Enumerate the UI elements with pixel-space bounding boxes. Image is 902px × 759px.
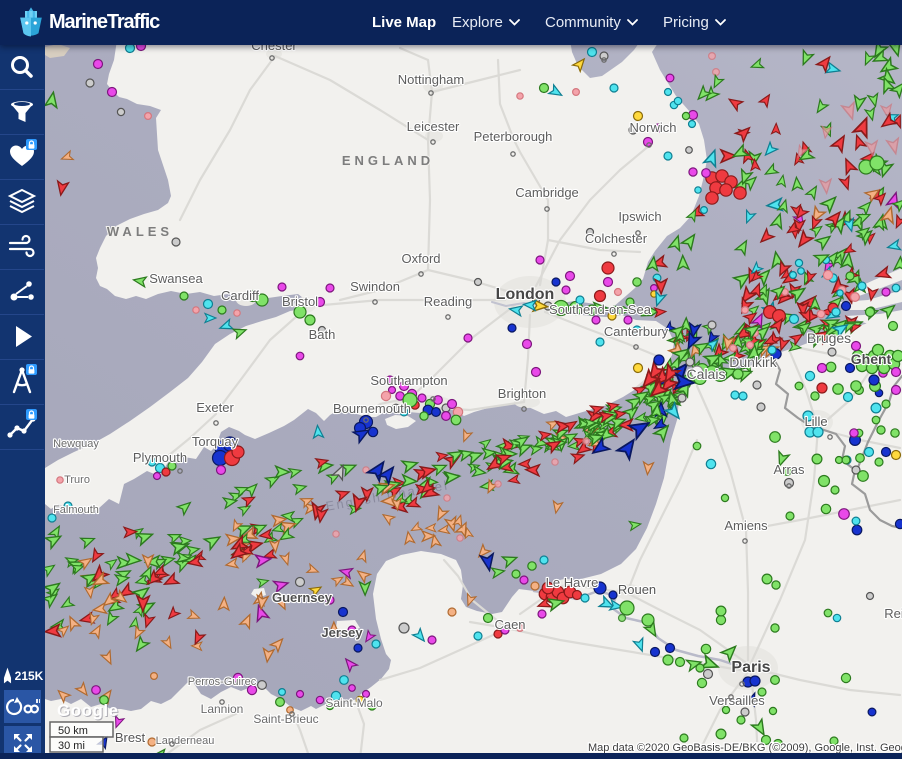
svg-text:ENGLAND: ENGLAND xyxy=(342,153,434,168)
svg-text:Southampton: Southampton xyxy=(370,373,447,388)
svg-text:Bath: Bath xyxy=(309,327,336,342)
svg-text:Amiens: Amiens xyxy=(724,518,768,533)
svg-text:Brighton: Brighton xyxy=(498,386,546,401)
svg-text:Bournemouth: Bournemouth xyxy=(333,401,411,416)
svg-text:Rouen: Rouen xyxy=(618,582,656,597)
svg-text:Plymouth: Plymouth xyxy=(133,450,187,465)
svg-text:Google: Google xyxy=(57,701,119,720)
svg-text:London: London xyxy=(496,286,555,303)
svg-text:Exeter: Exeter xyxy=(196,400,234,415)
svg-text:Cambridge: Cambridge xyxy=(515,185,579,200)
svg-text:Versailles: Versailles xyxy=(709,693,765,708)
svg-text:Peterborough: Peterborough xyxy=(474,129,553,144)
svg-text:Landerneau: Landerneau xyxy=(156,735,215,747)
svg-text:Norwich: Norwich xyxy=(630,120,677,135)
svg-text:Swindon: Swindon xyxy=(350,279,400,294)
svg-text:Ghent: Ghent xyxy=(851,351,892,367)
svg-text:Bristol: Bristol xyxy=(282,294,318,309)
svg-text:Ipswich: Ipswich xyxy=(618,209,661,224)
svg-text:Bruges: Bruges xyxy=(807,330,851,346)
svg-text:Caen: Caen xyxy=(494,617,525,632)
svg-text:Leicester: Leicester xyxy=(407,119,460,134)
svg-text:50 km: 50 km xyxy=(58,725,88,737)
svg-text:Calais: Calais xyxy=(687,366,726,382)
svg-text:Arras: Arras xyxy=(773,462,805,477)
svg-text:Newquay: Newquay xyxy=(53,438,99,450)
svg-text:Perros-Guirec: Perros-Guirec xyxy=(188,676,257,688)
svg-text:Southend-on-Sea: Southend-on-Sea xyxy=(549,302,652,317)
svg-text:Reading: Reading xyxy=(424,294,472,309)
svg-text:Jersey: Jersey xyxy=(321,625,363,640)
svg-text:Brest: Brest xyxy=(115,730,146,745)
svg-text:Rei: Rei xyxy=(884,606,902,621)
svg-text:30 mi: 30 mi xyxy=(58,740,85,752)
svg-text:Nottingham: Nottingham xyxy=(398,72,464,87)
svg-text:WALES: WALES xyxy=(107,224,173,239)
svg-text:Dunkirk: Dunkirk xyxy=(729,354,777,370)
svg-text:Falmouth: Falmouth xyxy=(53,504,99,516)
svg-text:Le Havre: Le Havre xyxy=(546,575,599,590)
svg-text:Torquay: Torquay xyxy=(192,434,239,449)
svg-text:Saint-Malo: Saint-Malo xyxy=(325,696,383,710)
svg-text:Chester: Chester xyxy=(251,45,297,53)
svg-text:Oxford: Oxford xyxy=(401,251,440,266)
svg-text:Paris: Paris xyxy=(731,659,770,676)
svg-text:Swansea: Swansea xyxy=(149,271,203,286)
svg-text:Truro: Truro xyxy=(64,474,90,486)
svg-text:Lille: Lille xyxy=(804,414,827,429)
svg-text:Guernsey: Guernsey xyxy=(272,590,333,605)
svg-text:Colchester: Colchester xyxy=(585,231,648,246)
svg-text:Canterbury: Canterbury xyxy=(604,324,669,339)
svg-text:Map data ©2020 GeoBasis-DE/BKG: Map data ©2020 GeoBasis-DE/BKG (©2009), … xyxy=(588,742,902,753)
svg-text:Saint-Brieuc: Saint-Brieuc xyxy=(253,712,318,726)
svg-text:Cardiff: Cardiff xyxy=(221,288,259,303)
